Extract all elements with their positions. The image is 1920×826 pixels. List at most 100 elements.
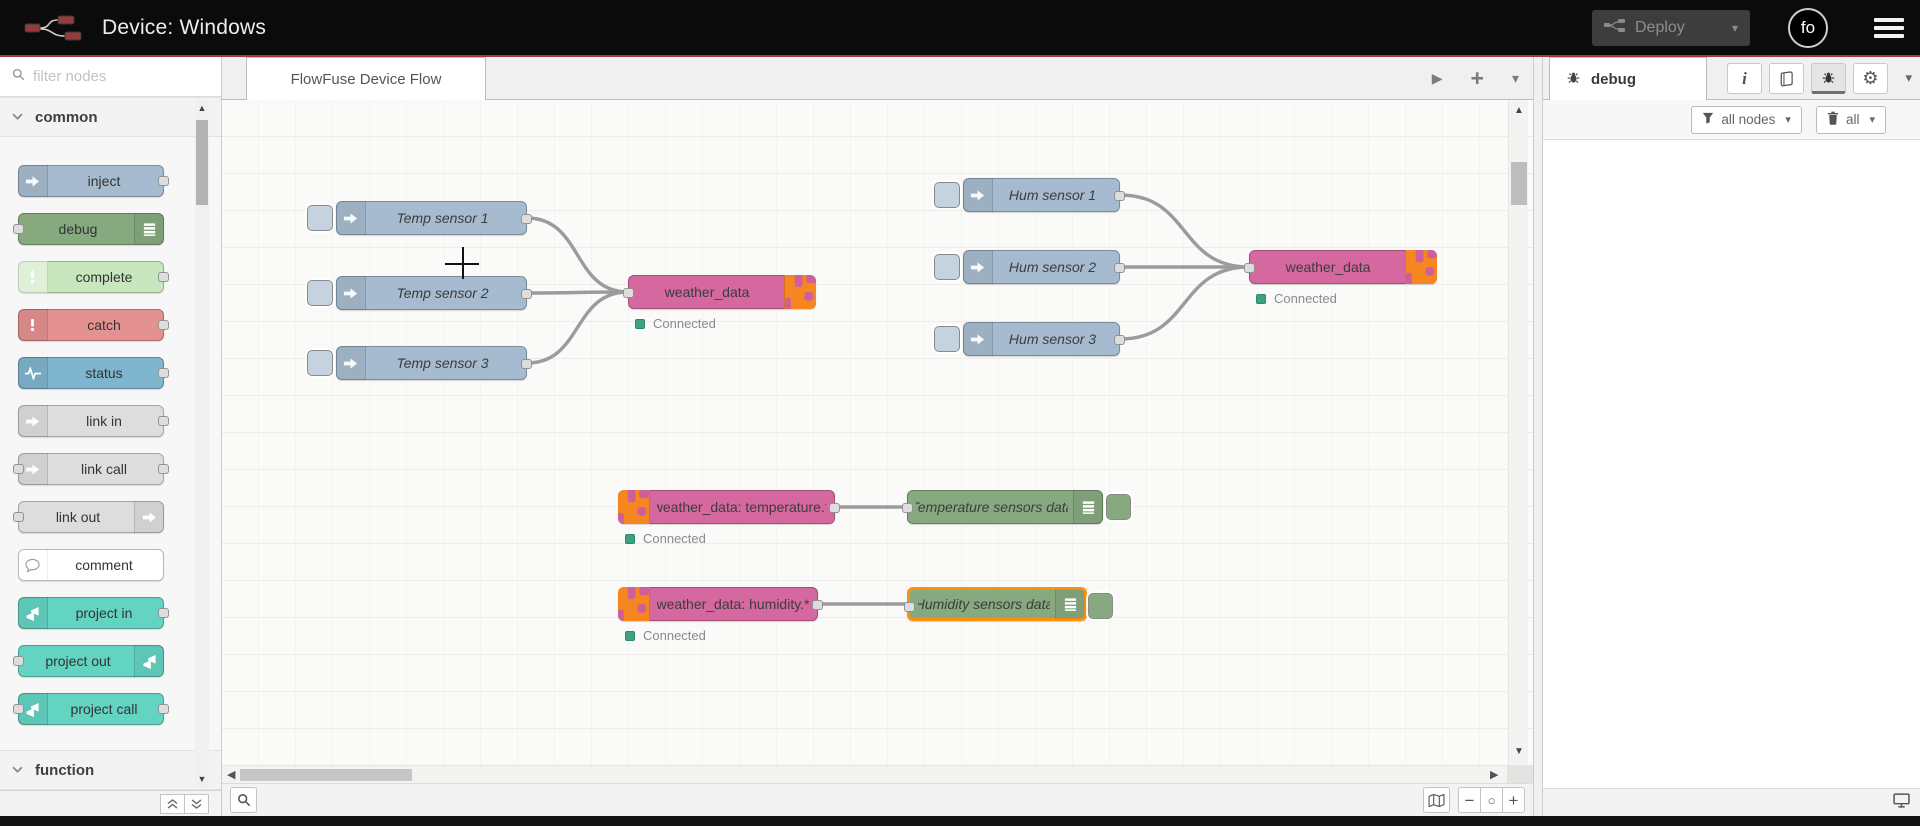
palette-node-project-in[interactable]: project in [18,597,169,629]
palette-node-debug[interactable]: debug [13,213,164,245]
debug-clear-button[interactable]: all ▾ [1815,105,1886,134]
map-icon[interactable] [1423,787,1450,813]
node-port-out[interactable] [812,600,823,610]
chevron-down-icon[interactable]: ▾ [1512,70,1519,87]
node-port-in[interactable] [902,503,913,513]
chevrons-down-icon[interactable] [184,793,209,814]
node-port-in[interactable] [623,288,634,298]
chevrons-up-icon[interactable] [160,793,185,814]
canvas-vertical-scrollbar[interactable]: ▲ ▼ [1508,100,1528,765]
inject-button[interactable] [307,280,333,306]
scroll-down-icon[interactable]: ▼ [1509,746,1529,757]
palette-node-comment[interactable]: comment [18,549,164,581]
inject-arrow-icon [963,250,993,284]
flow-node-hum-sensor-1[interactable]: Hum sensor 1 [934,178,1125,212]
avatar-initials: fo [1800,17,1816,37]
palette-node-link-out[interactable]: link out [13,501,164,533]
scroll-right-icon[interactable]: ▶ [1490,768,1498,781]
palette-node-link-in[interactable]: link in [18,405,169,437]
flow-node-temp-sensor-2[interactable]: Temp sensor 2 [307,276,532,310]
canvas-hscroll-thumb[interactable] [240,769,412,781]
debug-tab-label: debug [1591,70,1636,88]
palette-node-status[interactable]: status [18,357,169,389]
gear-icon[interactable]: ⚙ [1853,63,1888,94]
node-port-out[interactable] [829,503,840,513]
palette-scrollbar[interactable]: ▲ ▼ [195,99,209,788]
plus-icon[interactable]: + [1471,65,1484,92]
node-port-out[interactable] [521,289,532,299]
debug-toggle-button[interactable] [1088,593,1113,619]
book-icon[interactable] [1769,63,1804,94]
palette-node-project-call[interactable]: project call [13,693,169,725]
workspace-toolbar: ▶ + ▾ [1432,57,1519,100]
flow-node-weather-data-humidity[interactable]: weather_data: humidity.* Connected [618,587,823,643]
hamburger-icon[interactable] [1874,17,1904,38]
tab-flowfuse-device-flow[interactable]: FlowFuse Device Flow [246,57,486,100]
node-port-out [158,608,169,618]
flow-node-temp-sensor-1[interactable]: Temp sensor 1 [307,201,532,235]
flow-node-temp-sensor-3[interactable]: Temp sensor 3 [307,346,532,380]
node-port-in[interactable] [1244,263,1255,273]
inject-button[interactable] [307,350,333,376]
flow-wire[interactable] [1118,265,1251,341]
flow-wire[interactable] [525,216,630,294]
canvas-horizontal-scrollbar[interactable]: ◀ ▶ [222,765,1533,783]
canvas-search-button[interactable] [230,787,257,813]
info-icon[interactable]: i [1727,63,1762,94]
debug-message-list[interactable] [1543,140,1920,788]
flow-wire[interactable] [525,290,630,365]
node-port-out[interactable] [1114,191,1125,201]
debug-filter-button[interactable]: all nodes ▾ [1691,105,1802,134]
tab-debug[interactable]: debug [1549,57,1707,100]
node-port-out [158,176,169,186]
palette-node-project-out[interactable]: project out [13,645,164,677]
flow-node-weather-data[interactable]: weather_data Connected [1244,250,1437,306]
scroll-left-icon[interactable]: ◀ [227,768,235,781]
deploy-button[interactable]: Deploy ▾ [1592,9,1750,46]
palette-scrollbar-thumb[interactable] [196,120,208,205]
flow-node-weather-data-temperature[interactable]: weather_data: temperature.* Connected [618,490,840,546]
node-port-out[interactable] [521,359,532,369]
palette-node-inject[interactable]: inject [18,165,169,197]
sidebar-splitter[interactable] [1533,57,1543,816]
inject-button[interactable] [934,182,960,208]
flow-wire[interactable] [525,290,630,295]
zoom-in-button[interactable]: + [1502,787,1525,813]
node-port-out[interactable] [521,214,532,224]
inject-button[interactable] [934,326,960,352]
flow-node-hum-sensor-2[interactable]: Hum sensor 2 [934,250,1125,284]
inject-button[interactable] [307,205,333,231]
node-port-in[interactable] [904,602,915,612]
debug-toggle-button[interactable] [1106,494,1131,520]
canvas-vscroll-thumb[interactable] [1511,162,1527,205]
palette-category-common[interactable]: common [0,97,221,137]
flow-wire[interactable] [1118,193,1251,269]
sidebar-tool-buttons: i ⚙ [1727,63,1888,94]
flow-node-hum-sensor-3[interactable]: Hum sensor 3 [934,322,1125,356]
node-port-out[interactable] [1114,263,1125,273]
chevron-down-icon[interactable]: ▾ [1732,21,1738,35]
zoom-out-button[interactable]: − [1458,787,1481,813]
scroll-up-icon[interactable]: ▲ [1509,105,1529,116]
inject-button[interactable] [934,254,960,280]
bug-icon[interactable] [1811,63,1846,94]
node-status: Connected [1256,291,1337,306]
node-port-out[interactable] [1114,335,1125,345]
chevron-down-icon[interactable]: ▾ [1905,70,1912,86]
zoom-reset-button[interactable]: ○ [1480,787,1503,813]
monitor-icon[interactable] [1893,792,1910,813]
exclamation-icon [18,261,48,293]
palette-node-complete[interactable]: complete [18,261,169,293]
flow-canvas[interactable]: Temp sensor 1 Temp sensor 2 Temp sensor 3 w… [222,100,1533,765]
scroll-up-icon[interactable]: ▲ [195,103,209,113]
palette-node-link-call[interactable]: link call [13,453,169,485]
flow-node-humidity-sensors-data[interactable]: Humidity sensors data [904,587,1113,621]
flow-node-weather-data[interactable]: weather_data Connected [623,275,816,331]
scroll-down-icon[interactable]: ▼ [195,774,209,784]
user-avatar[interactable]: fo [1788,7,1828,48]
palette-node-catch[interactable]: catch [18,309,169,341]
flow-node-temperature-sensors-data[interactable]: Temperature sensors data [902,490,1131,524]
palette-filter-input[interactable] [33,68,183,85]
palette-category-function[interactable]: function [0,750,221,790]
play-icon[interactable]: ▶ [1432,70,1443,87]
